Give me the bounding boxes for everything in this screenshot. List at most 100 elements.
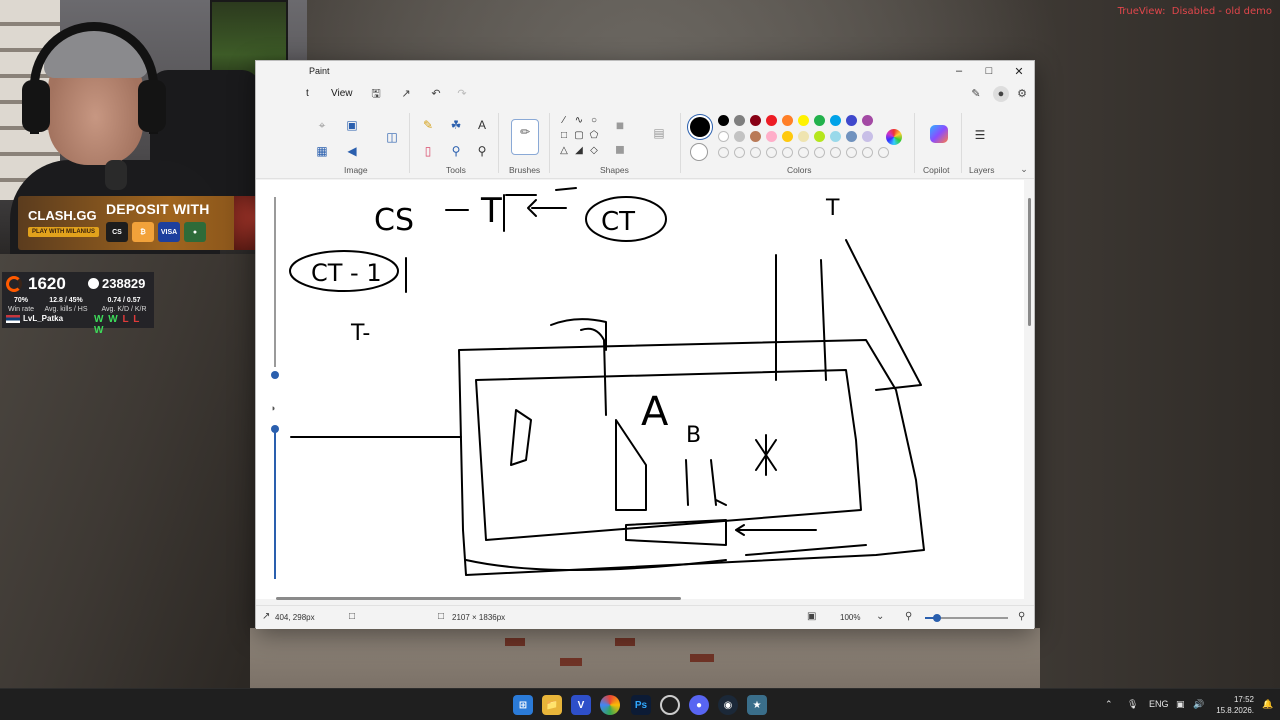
custom-color-slot[interactable] [782, 147, 793, 158]
cs2-icon[interactable]: ★ [747, 695, 767, 715]
settings-icon[interactable]: ⚙ [1014, 86, 1030, 102]
app-v-icon[interactable]: V [571, 695, 591, 715]
custom-color-slot[interactable] [862, 147, 873, 158]
close-button[interactable]: ✕ [1004, 61, 1034, 81]
color-swatch[interactable] [798, 131, 809, 142]
menu-view[interactable]: View [331, 88, 353, 99]
magnifier-icon[interactable]: ⚲ [474, 143, 490, 159]
zoom-dropdown-icon[interactable]: ⌄ [876, 611, 884, 622]
color-swatch[interactable] [766, 131, 777, 142]
canvas-drawing[interactable]: CS T CT CT - 1 T- A B T [256, 180, 1024, 599]
shape-fill-icon[interactable]: ◼ [612, 141, 628, 157]
steam-icon[interactable]: ◉ [718, 695, 738, 715]
line-shape-icon[interactable]: ∕ [556, 113, 572, 129]
collapse-ribbon-icon[interactable]: ⌄ [1016, 161, 1032, 177]
custom-color-slot[interactable] [846, 147, 857, 158]
file-explorer-icon[interactable]: 📁 [542, 695, 562, 715]
resize-icon[interactable]: ▦ [314, 143, 330, 159]
save-icon[interactable]: 🖫 [368, 86, 384, 102]
clock[interactable]: 17:52 15.8.2026. [1214, 694, 1254, 716]
chrome-icon[interactable] [600, 695, 620, 715]
start-icon[interactable]: ⊞ [513, 695, 533, 715]
eraser-icon[interactable]: ▯ [420, 143, 436, 159]
undo-icon[interactable]: ↶ [428, 86, 444, 102]
color-swatch[interactable] [782, 131, 793, 142]
right-triangle-shape-icon[interactable]: ◢ [571, 143, 587, 159]
input-language[interactable]: ENG [1149, 699, 1169, 709]
custom-color-slot[interactable] [814, 147, 825, 158]
color-swatch[interactable] [750, 115, 761, 126]
title-bar[interactable]: Paint – □ ✕ [256, 61, 1034, 81]
fit-to-window-icon[interactable]: ▣ [807, 611, 816, 622]
custom-color-slot[interactable] [878, 147, 889, 158]
paint-window[interactable]: Paint – □ ✕ t View 🖫 ↗ ↶ ↷ ✎ ● ⚙ ⌖ ▣ ◫ ▦… [255, 60, 1035, 629]
volume-icon[interactable]: 🔊 [1193, 699, 1204, 710]
color-swatch[interactable] [798, 115, 809, 126]
share-icon[interactable]: ↗ [398, 86, 414, 102]
color-swatch[interactable] [718, 131, 729, 142]
rounded-rect-shape-icon[interactable]: ▢ [571, 128, 587, 144]
zoom-in-icon[interactable]: ⚲ [1018, 611, 1025, 622]
color-swatch[interactable] [862, 115, 873, 126]
custom-color-slot[interactable] [718, 147, 729, 158]
color-swatch[interactable] [830, 115, 841, 126]
menu-file[interactable]: t [306, 88, 309, 99]
custom-color-slot[interactable] [750, 147, 761, 158]
text-icon[interactable]: A [474, 117, 490, 133]
custom-color-slot[interactable] [766, 147, 777, 158]
outline-icon[interactable]: ◾ [612, 117, 628, 133]
color-picker-icon[interactable]: ⚲ [448, 143, 464, 159]
discord-icon[interactable]: ● [689, 695, 709, 715]
layers-icon[interactable]: ☰ [972, 127, 988, 143]
color-swatch[interactable] [718, 115, 729, 126]
flip-icon[interactable]: ◀ [344, 143, 360, 159]
horizontal-scrollbar[interactable] [256, 593, 1026, 603]
minimize-button[interactable]: – [944, 61, 974, 81]
pencil-icon[interactable]: ✎ [420, 117, 436, 133]
color-1-selected[interactable] [690, 117, 710, 137]
curve-shape-icon[interactable]: ∿ [571, 113, 587, 129]
account-icon[interactable]: ● [993, 86, 1009, 102]
color-swatch[interactable] [734, 115, 745, 126]
color-swatch[interactable] [830, 131, 841, 142]
zoom-level[interactable]: 100% [840, 613, 860, 622]
oval-shape-icon[interactable]: ○ [586, 113, 602, 129]
canvas-left-rail[interactable]: ◑ [270, 197, 280, 587]
color-swatch[interactable] [846, 115, 857, 126]
select-icon[interactable]: ▣ [344, 117, 360, 133]
shape-size-icon[interactable]: ▤ [651, 125, 667, 141]
custom-color-slot[interactable] [798, 147, 809, 158]
zoom-out-icon[interactable]: ⚲ [905, 611, 912, 622]
brush-icon[interactable]: ✏ [511, 119, 539, 155]
color-swatch[interactable] [862, 131, 873, 142]
color-swatch[interactable] [846, 131, 857, 142]
diamond-shape-icon[interactable]: ◇ [586, 143, 602, 159]
polygon-shape-icon[interactable]: ⬠ [586, 128, 602, 144]
rect-shape-icon[interactable]: □ [556, 128, 572, 144]
redo-icon[interactable]: ↷ [454, 86, 470, 102]
custom-color-slot[interactable] [734, 147, 745, 158]
edit-colors-icon[interactable] [886, 129, 902, 145]
feedback-icon[interactable]: ✎ [968, 86, 984, 102]
tray-overflow-icon[interactable]: ⌃ [1105, 699, 1113, 710]
microphone-icon[interactable]: 🎙 [1127, 699, 1138, 710]
crop-icon[interactable]: ⌖ [314, 117, 330, 133]
image-tools-icon[interactable]: ◫ [384, 129, 400, 145]
fill-icon[interactable]: ☘ [448, 117, 464, 133]
photoshop-icon[interactable]: Ps [631, 695, 651, 715]
copilot-icon[interactable] [930, 125, 948, 143]
color-swatch[interactable] [750, 131, 761, 142]
canvas-area[interactable]: CS T CT CT - 1 T- A B T [256, 180, 1024, 599]
color-swatch[interactable] [814, 131, 825, 142]
zoom-slider[interactable] [925, 614, 1008, 622]
triangle-shape-icon[interactable]: △ [556, 143, 572, 159]
color-swatch[interactable] [782, 115, 793, 126]
obs-icon[interactable] [660, 695, 680, 715]
color-swatch[interactable] [814, 115, 825, 126]
notifications-icon[interactable]: 🔔 [1262, 699, 1273, 710]
network-icon[interactable]: ▣ [1176, 699, 1185, 710]
color-swatch[interactable] [734, 131, 745, 142]
maximize-button[interactable]: □ [974, 61, 1004, 81]
color-2[interactable] [690, 143, 708, 161]
vertical-scrollbar[interactable] [1026, 180, 1034, 599]
